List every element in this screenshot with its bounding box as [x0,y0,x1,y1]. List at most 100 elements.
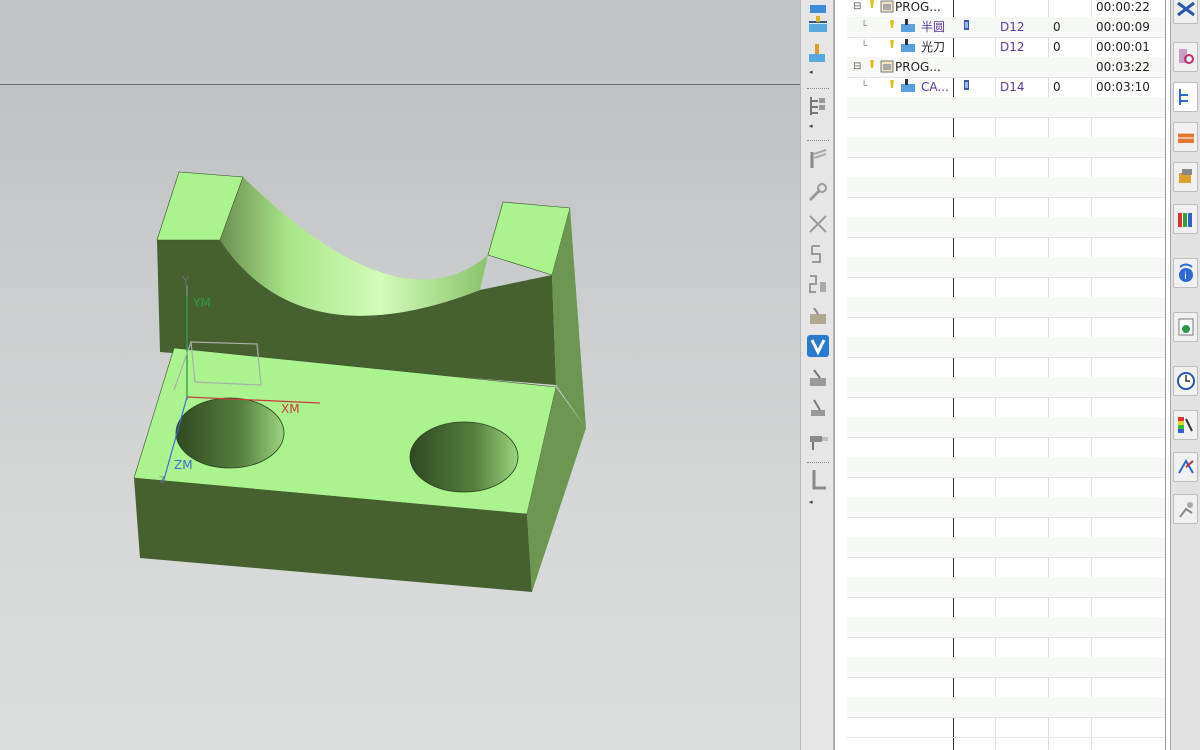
table-row [847,297,1165,318]
path-value: 0 [1053,40,1061,54]
machine-icon[interactable] [806,304,830,328]
cut-tool-icon[interactable] [806,212,830,236]
tree-line: └ [861,21,868,32]
operation-name: CA... [921,80,949,94]
table-row [847,637,1165,658]
tool-icon [963,77,971,97]
collapse-toggle[interactable]: ⊟ [853,0,861,17]
tool-icon [963,17,971,37]
table-row [847,357,1165,378]
wrench-icon[interactable] [806,180,830,204]
output-icon[interactable] [806,468,830,492]
reuse-library-icon[interactable] [1173,162,1198,192]
triad-z-label: Z [159,476,166,486]
table-row [847,457,1165,478]
tool-value: D12 [1000,20,1025,34]
table-row [847,717,1165,738]
operation-name: PROG... [895,0,941,14]
triad-zm-label: ZM [174,458,193,472]
operation-name: 光刀 [921,40,946,54]
drill-icon[interactable] [806,42,830,66]
tool-value: D14 [1000,80,1025,94]
toolbar-overflow-arrow[interactable]: ◂ [809,122,813,130]
assembly-navigator-icon[interactable] [1173,0,1198,24]
table-row [847,597,1165,618]
table-row [847,217,1165,238]
triad-xm-label: XM [281,402,300,416]
cavity-operation-icon [885,78,919,98]
table-row[interactable]: └ CA... D14 0 00:03:10 [847,77,1165,98]
table-row [847,257,1165,278]
time-value: 00:03:10 [1096,80,1150,94]
mill-tool-icon[interactable] [806,148,830,172]
replay-icon[interactable] [806,242,830,266]
hole-right [409,421,519,493]
table-row [847,557,1165,578]
table-row [847,157,1165,178]
table-row[interactable]: └ 半圆 D12 0 00:00:09 [847,17,1165,38]
operation-name: 半圆 [921,20,946,34]
web-browser-icon[interactable] [1173,312,1198,342]
table-row[interactable]: ⊟ PROG... 00:00:22 [847,0,1165,18]
table-row [847,577,1165,598]
operation-list-icon[interactable] [806,94,830,118]
palette-icon[interactable] [1173,410,1198,440]
tree-line: └ [861,81,868,92]
table-row [847,317,1165,338]
triad-ym-label: YM [193,296,211,310]
operation-name: PROG... [895,60,941,74]
table-row[interactable]: ⊟ PROG... 00:03:22 [847,57,1165,78]
tool-value: D12 [1000,40,1025,54]
path-value: 0 [1053,20,1061,34]
table-row [847,377,1165,398]
ise-icon[interactable] [1173,452,1198,482]
info-icon[interactable]: i [1173,258,1198,288]
system-icon[interactable] [1173,494,1198,524]
gouge-check-icon[interactable] [806,396,830,420]
collapse-toggle[interactable]: ⊟ [853,57,861,77]
time-value: 00:00:09 [1096,20,1150,34]
tree-line: └ [861,41,868,52]
table-row [847,697,1165,718]
toolbar-overflow-arrow[interactable]: ◂ [809,68,813,76]
table-row[interactable]: └ 光刀 D12 0 00:00:01 [847,37,1165,58]
toolbar-overflow-arrow[interactable]: ◂ [809,498,813,506]
table-row [847,477,1165,498]
verify-icon[interactable] [806,334,830,358]
table-row [847,537,1165,558]
time-value: 00:00:01 [1096,40,1150,54]
table-row [847,677,1165,698]
program-group-icon [865,0,895,18]
table-row [847,117,1165,138]
post-process-icon[interactable] [806,272,830,296]
planar-mill-icon[interactable] [806,14,830,38]
part-icon[interactable] [1173,42,1198,72]
table-row [847,197,1165,218]
history-icon[interactable] [1173,366,1198,396]
machine-tool-icon[interactable] [1173,122,1198,152]
cavity-mill-icon [885,18,919,38]
table-row [847,417,1165,438]
roles-icon[interactable] [1173,204,1198,234]
simulate-icon[interactable] [806,366,830,390]
table-row [847,137,1165,158]
path-value: 0 [1053,80,1061,94]
table-row [847,277,1165,298]
program-group-icon [865,58,895,78]
tool-holder-icon[interactable] [806,430,830,454]
table-row [847,497,1165,518]
triad-y-label: Y [182,274,190,288]
part-model[interactable] [0,0,800,750]
time-value: 00:00:22 [1096,0,1150,14]
table-row [847,657,1165,678]
graphics-viewport[interactable]: Y YM XM ZM Z [0,0,800,750]
resource-bar: i [1170,0,1200,750]
table-row [847,617,1165,638]
table-row [847,177,1165,198]
operation-navigator-icon[interactable] [1173,82,1198,112]
table-row [847,337,1165,358]
table-row [847,397,1165,418]
operation-navigator: ⊟ PROG... 00:00:22 └ 半圆 D12 0 00:00:09 └ 光刀 D12 0 00… [834,0,1171,750]
cavity-mill-icon [885,38,919,58]
table-row [847,97,1165,118]
